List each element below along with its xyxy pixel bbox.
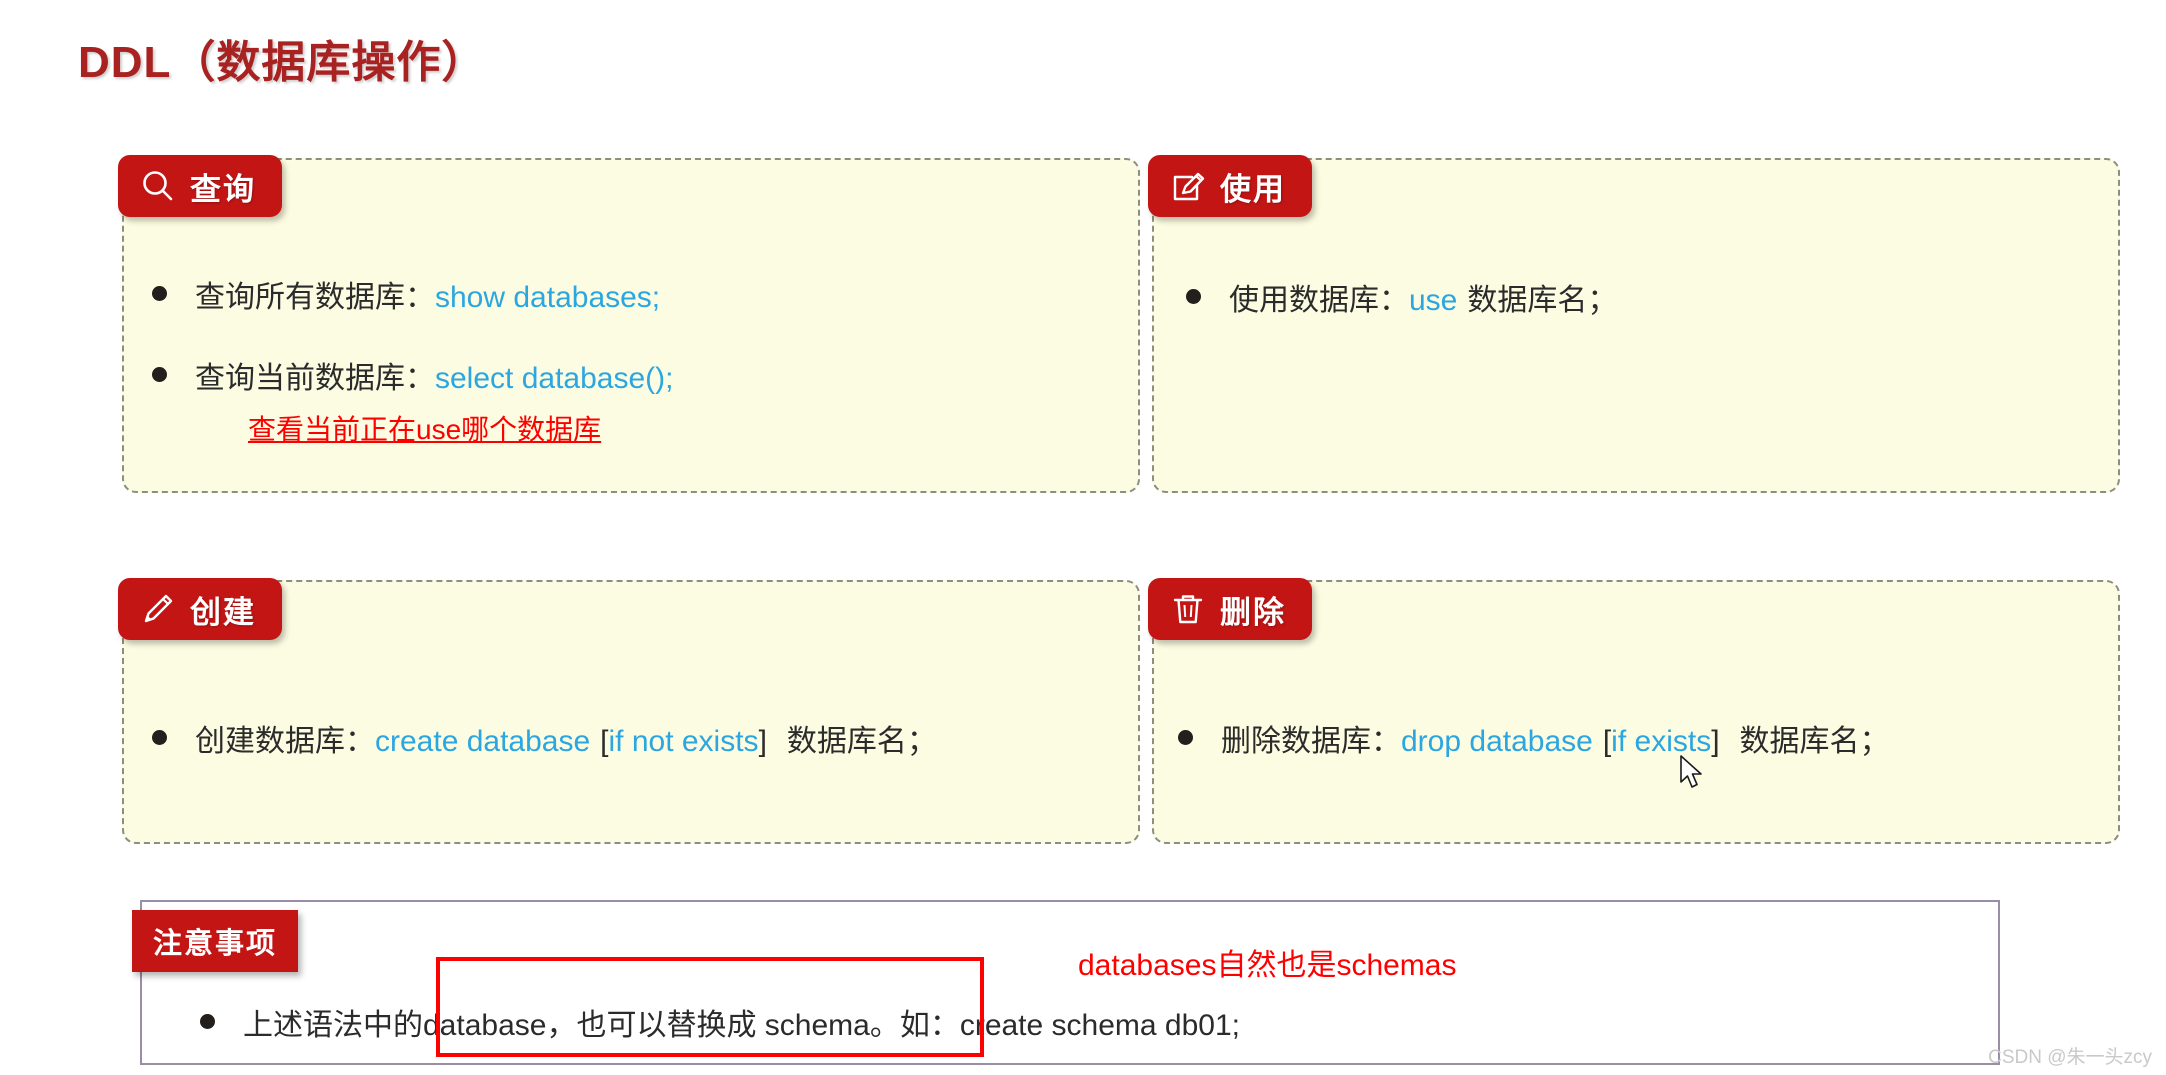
card-create-badge-label: 创建	[190, 594, 256, 630]
row-use-db-label: 使用数据库：	[1229, 284, 1409, 317]
card-query-badge: 查询	[118, 155, 282, 217]
card-drop-badge: 删除	[1148, 578, 1312, 640]
row-query-all-code: show databases;	[435, 281, 661, 314]
row-drop-db: 删除数据库： drop database [ if exists ] 数据库名；	[1178, 716, 1890, 760]
row-create-db-label: 创建数据库：	[195, 725, 375, 758]
card-query-badge-label: 查询	[190, 171, 256, 207]
search-icon	[140, 168, 176, 204]
pencil-icon	[140, 591, 176, 627]
bullet-dot	[200, 1014, 215, 1029]
trash-icon	[1170, 591, 1206, 627]
row-create-db-tail: 数据库名；	[786, 725, 937, 758]
row-drop-db-bracket-open: [	[1602, 725, 1612, 758]
row-query-current-label: 查询当前数据库：	[195, 362, 435, 395]
bullet-dot	[1178, 730, 1193, 745]
notice-annotation: databases自然也是schemas	[1078, 949, 1457, 982]
mouse-cursor	[1680, 755, 1706, 798]
row-create-db-bracket-close: ]	[758, 725, 767, 758]
row-use-db: 使用数据库： use 数据库名；	[1186, 275, 1617, 319]
row-query-all: 查询所有数据库： show databases;	[152, 272, 660, 316]
row-query-current: 查询当前数据库： select database();	[152, 353, 673, 397]
card-drop-badge-label: 删除	[1220, 594, 1286, 630]
edit-square-icon	[1170, 168, 1206, 204]
query-annotation: 查看当前正在use哪个数据库	[248, 414, 602, 445]
row-create-db-code: create database	[375, 725, 591, 758]
card-use-badge: 使用	[1148, 155, 1312, 217]
row-drop-db-optional: if exists	[1611, 725, 1712, 758]
card-use-badge-label: 使用	[1220, 171, 1286, 207]
row-query-current-code: select database();	[435, 362, 674, 395]
row-drop-db-tail: 数据库名；	[1739, 725, 1890, 758]
notice-badge-label: 注意事项	[152, 928, 277, 960]
watermark: CSDN @朱一头zcy	[1988, 1047, 2152, 1068]
row-drop-db-label: 删除数据库：	[1221, 725, 1401, 758]
bullet-dot	[152, 286, 167, 301]
page-title: DDL（数据库操作）	[78, 38, 487, 87]
row-drop-db-bracket-close: ]	[1711, 725, 1720, 758]
slide-root: DDL（数据库操作） 查询 查询所有数据库： show databases; 查…	[0, 0, 2166, 1075]
notice-text-highlight: 的database，也可以替换成 schema	[393, 1009, 870, 1042]
row-use-db-tail: 数据库名；	[1467, 284, 1618, 317]
row-create-db: 创建数据库： create database [ if not exists ]…	[152, 716, 937, 760]
row-create-db-bracket-open: [	[600, 725, 609, 758]
row-use-db-code: use	[1409, 284, 1458, 317]
notice-badge: 注意事项	[132, 910, 298, 972]
notice-row: 上述语法中 的database，也可以替换成 schema 。如：create …	[200, 1000, 1240, 1044]
notice-text-after: 。如：create schema db01;	[869, 1009, 1240, 1042]
row-drop-db-code: drop database	[1401, 725, 1593, 758]
bullet-dot	[152, 730, 167, 745]
row-query-all-label: 查询所有数据库：	[195, 281, 435, 314]
bullet-dot	[152, 367, 167, 382]
bullet-dot	[1186, 289, 1201, 304]
row-create-db-optional: if not exists	[608, 725, 759, 758]
notice-text-before: 上述语法中	[243, 1009, 393, 1042]
card-create-badge: 创建	[118, 578, 282, 640]
